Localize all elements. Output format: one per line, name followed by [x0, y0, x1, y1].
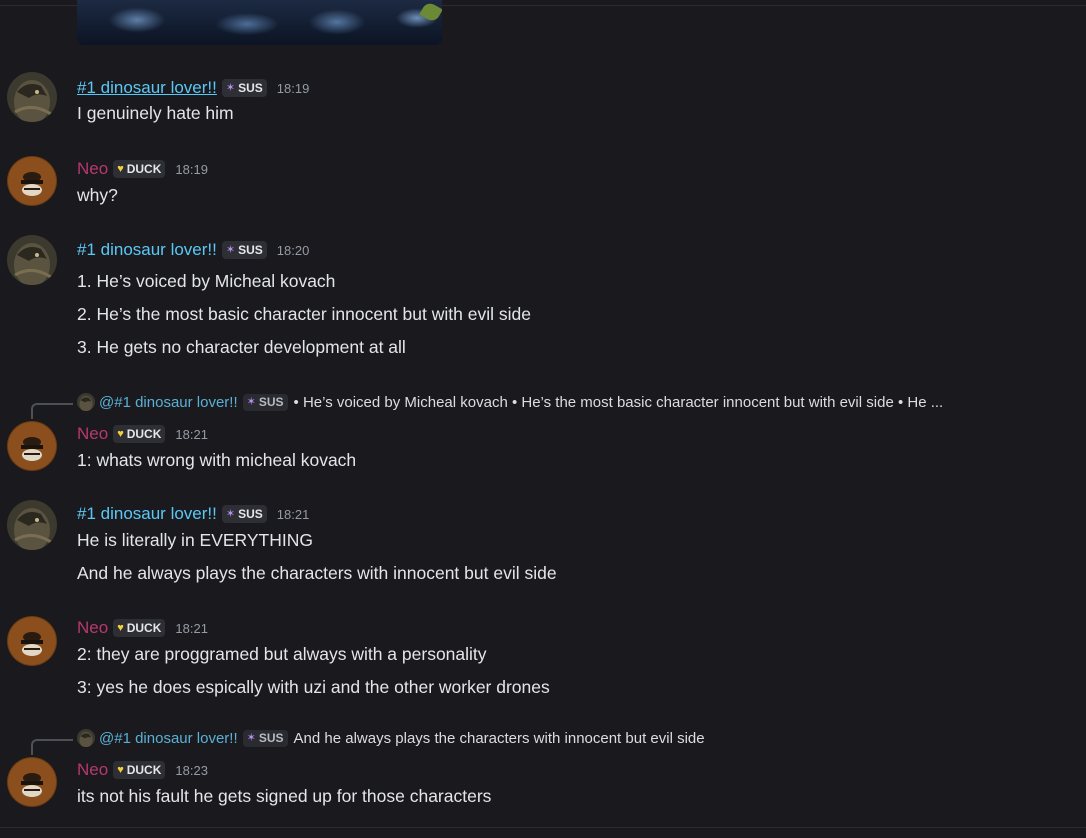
message-text: 2: they are proggramed but always with a… [77, 644, 487, 664]
purple-flame-icon: ✶ [246, 731, 256, 744]
reply-reference[interactable]: @#1 dinosaur lover!! ✶ SUS And he always … [31, 729, 705, 755]
avatar-neo[interactable] [7, 616, 57, 666]
role-tag[interactable]: ♥ DUCK [113, 425, 166, 443]
timestamp[interactable]: 18:21 [277, 507, 310, 522]
yellow-heart-icon: ♥ [117, 427, 124, 440]
message-text: 1. He’s voiced by Micheal kovach [77, 271, 336, 291]
avatar-dinosaur[interactable] [7, 72, 57, 122]
author-name[interactable]: Neo [77, 159, 108, 179]
avatar-neo[interactable] [7, 757, 57, 807]
avatar-neo[interactable] [7, 421, 57, 471]
embedded-image[interactable] [77, 0, 442, 45]
message-text: 3: yes he does espically with uzi and th… [77, 677, 550, 697]
reply-snippet: And he always plays the characters with … [293, 729, 705, 747]
reply-avatar [77, 729, 95, 747]
message-text: 3. He gets no character development at a… [77, 337, 406, 357]
message-text: And he always plays the characters with … [77, 563, 557, 583]
reply-author[interactable]: @#1 dinosaur lover!! [99, 394, 238, 411]
message-text: I genuinely hate him [77, 103, 234, 123]
message-text: why? [77, 185, 118, 205]
purple-flame-icon: ✶ [225, 81, 236, 94]
timestamp[interactable]: 18:21 [175, 621, 208, 636]
timestamp[interactable]: 18:23 [175, 763, 208, 778]
purple-flame-icon: ✶ [225, 243, 236, 256]
reply-spine [31, 739, 73, 755]
author-name[interactable]: #1 dinosaur lover!! [77, 78, 217, 98]
role-tag[interactable]: ✶ SUS [221, 505, 267, 523]
reply-role-tag: ✶ SUS [242, 393, 288, 411]
avatar-dinosaur[interactable] [7, 235, 57, 285]
author-name[interactable]: Neo [77, 424, 108, 444]
role-tag[interactable]: ✶ SUS [221, 79, 267, 97]
timestamp[interactable]: 18:19 [277, 81, 310, 96]
author-name[interactable]: Neo [77, 618, 108, 638]
yellow-heart-icon: ♥ [117, 162, 124, 175]
timestamp[interactable]: 18:21 [175, 427, 208, 442]
reply-role-tag: ✶ SUS [242, 729, 288, 747]
author-name[interactable]: Neo [77, 760, 108, 780]
role-tag[interactable]: ♥ DUCK [113, 619, 166, 637]
divider [0, 827, 1086, 828]
author-name[interactable]: #1 dinosaur lover!! [77, 240, 217, 260]
avatar-dinosaur[interactable] [7, 500, 57, 550]
role-tag[interactable]: ✶ SUS [221, 241, 267, 259]
avatar-neo[interactable] [7, 156, 57, 206]
author-name[interactable]: #1 dinosaur lover!! [77, 504, 217, 524]
purple-flame-icon: ✶ [246, 395, 256, 408]
timestamp[interactable]: 18:19 [175, 162, 208, 177]
message-text: He is literally in EVERYTHING [77, 530, 313, 550]
yellow-heart-icon: ♥ [117, 763, 124, 776]
yellow-heart-icon: ♥ [117, 621, 124, 634]
reply-snippet: • He’s voiced by Micheal kovach • He’s t… [293, 393, 944, 411]
reply-avatar [77, 393, 95, 411]
reply-author[interactable]: @#1 dinosaur lover!! [99, 730, 238, 747]
role-tag[interactable]: ♥ DUCK [113, 160, 166, 178]
timestamp[interactable]: 18:20 [277, 243, 310, 258]
message-text: 1: whats wrong with micheal kovach [77, 450, 357, 470]
reply-spine [31, 403, 73, 419]
message-text: 2. He’s the most basic character innocen… [77, 304, 531, 324]
reply-reference[interactable]: @#1 dinosaur lover!! ✶ SUS • He’s voiced … [31, 393, 944, 419]
message-text: its not his fault he gets signed up for … [77, 786, 492, 806]
role-tag[interactable]: ♥ DUCK [113, 761, 166, 779]
purple-flame-icon: ✶ [225, 507, 236, 520]
